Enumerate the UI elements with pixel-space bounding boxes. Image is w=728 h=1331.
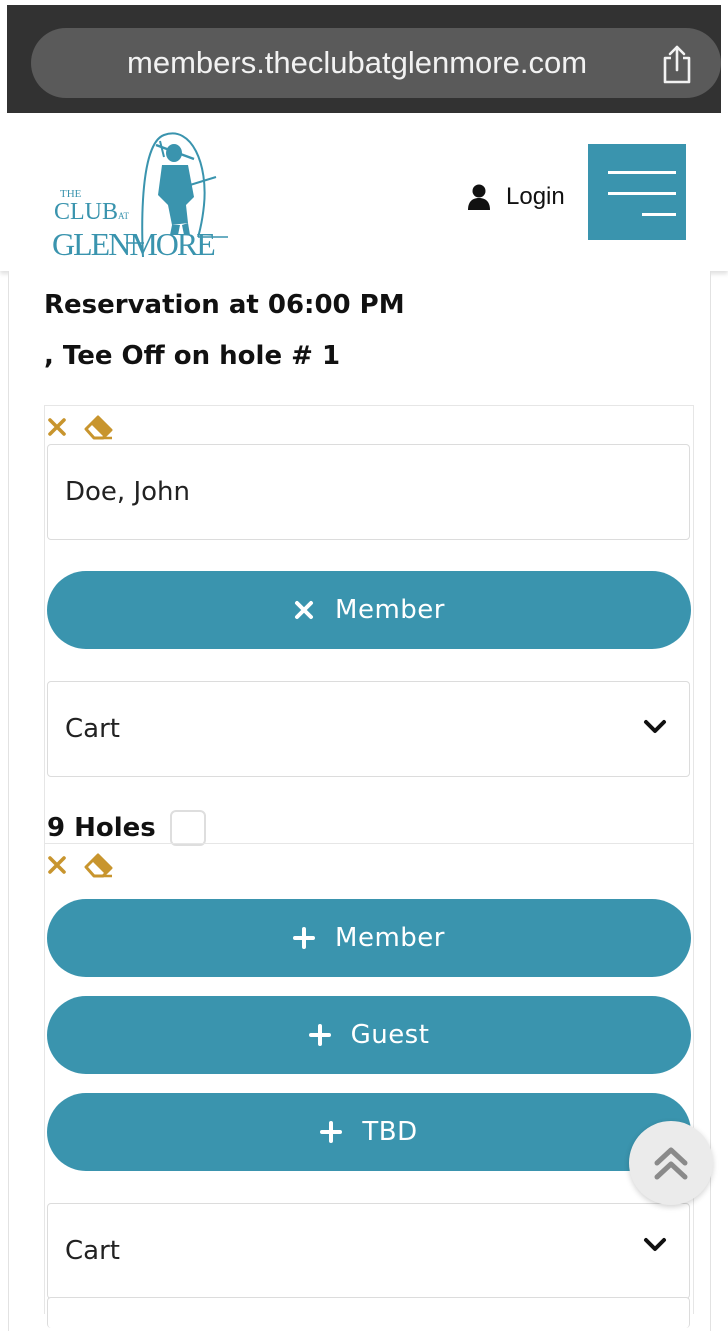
chevron-down-icon bbox=[644, 720, 666, 733]
nine-holes-checkbox[interactable] bbox=[169, 810, 206, 846]
site-header: THE CLUB AT GLENMORE Login bbox=[0, 113, 728, 271]
remove-icon[interactable] bbox=[46, 854, 68, 876]
cart-select-2[interactable]: Cart bbox=[47, 1203, 690, 1299]
reservation-title: Reservation at 06:00 PM bbox=[44, 290, 405, 320]
user-icon bbox=[468, 184, 490, 210]
plus-icon bbox=[293, 927, 316, 949]
menu-line bbox=[608, 171, 676, 174]
svg-text:GLENMORE: GLENMORE bbox=[52, 226, 214, 262]
reservation-subtitle: , Tee Off on hole # 1 bbox=[44, 341, 341, 371]
svg-text:CLUB: CLUB bbox=[54, 199, 118, 225]
add-guest-label: Guest bbox=[350, 1020, 430, 1050]
nine-holes-option: 9 Holes bbox=[47, 808, 206, 848]
cart-select-value: Cart bbox=[65, 714, 120, 744]
cart-select[interactable]: Cart bbox=[47, 681, 690, 777]
browser-chrome: members.theclubatglenmore.com bbox=[0, 0, 728, 113]
login-link[interactable]: Login bbox=[468, 181, 565, 213]
url-text[interactable]: members.theclubatglenmore.com bbox=[127, 28, 587, 98]
plus-icon bbox=[320, 1121, 343, 1143]
plus-icon bbox=[308, 1024, 331, 1046]
add-member-button[interactable]: Member bbox=[47, 899, 691, 977]
chevron-down-icon bbox=[644, 1238, 666, 1251]
login-label[interactable]: Login bbox=[506, 183, 565, 211]
menu-button[interactable] bbox=[588, 144, 686, 240]
remove-icon[interactable] bbox=[46, 416, 68, 438]
menu-line bbox=[642, 213, 676, 216]
player-name: Doe, John bbox=[65, 477, 190, 507]
menu-line bbox=[608, 192, 676, 195]
eraser-icon[interactable] bbox=[84, 852, 114, 878]
eraser-icon[interactable] bbox=[84, 414, 114, 440]
svg-text:AT: AT bbox=[118, 211, 130, 221]
share-icon[interactable] bbox=[659, 44, 695, 84]
add-tbd-label: TBD bbox=[362, 1117, 418, 1147]
browser-toolbar: members.theclubatglenmore.com bbox=[7, 5, 721, 113]
nine-holes-label: 9 Holes bbox=[47, 813, 156, 843]
add-member-label: Member bbox=[335, 923, 445, 953]
remove-member-button[interactable]: Member bbox=[47, 571, 691, 649]
double-chevron-up-icon bbox=[654, 1147, 688, 1180]
close-icon bbox=[295, 601, 314, 619]
player-name-field[interactable]: Doe, John bbox=[47, 444, 690, 540]
scroll-to-top-button[interactable] bbox=[629, 1121, 713, 1205]
add-guest-button[interactable]: Guest bbox=[47, 996, 691, 1074]
add-tbd-button[interactable]: TBD bbox=[47, 1093, 691, 1171]
address-bar[interactable]: members.theclubatglenmore.com bbox=[31, 28, 721, 98]
club-logo[interactable]: THE CLUB AT GLENMORE bbox=[48, 125, 238, 265]
member-button-label: Member bbox=[335, 595, 445, 625]
next-field[interactable] bbox=[47, 1297, 690, 1328]
cart-select-2-value: Cart bbox=[65, 1236, 120, 1266]
